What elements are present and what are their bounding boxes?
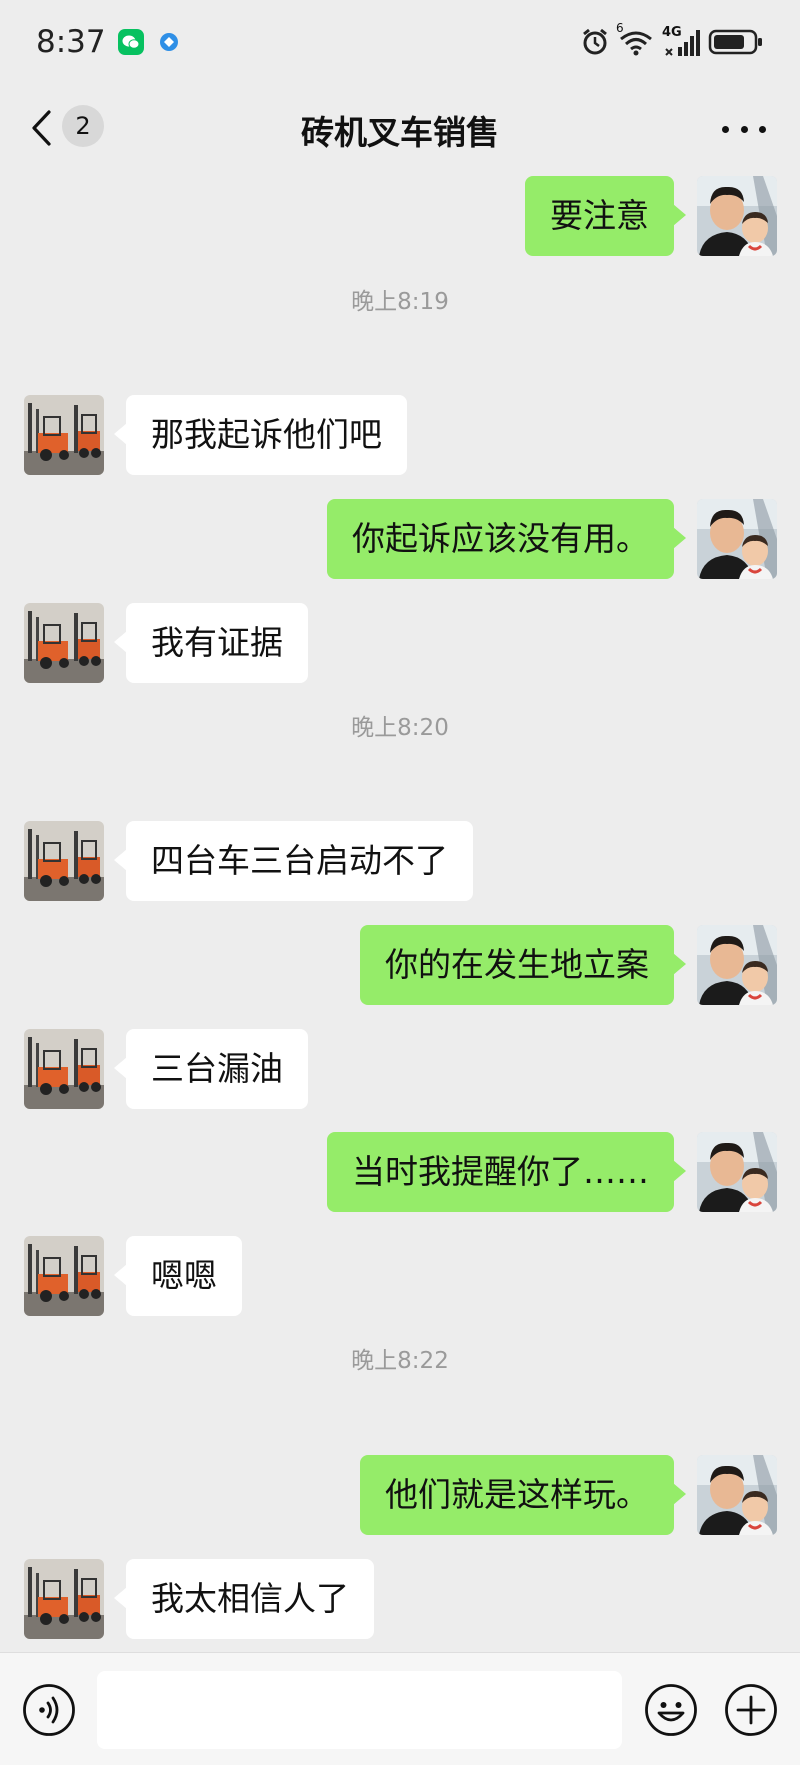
message-bubble-received[interactable]: 我太相信人了 xyxy=(114,1559,374,1639)
more-dot-icon xyxy=(759,125,766,133)
my-avatar[interactable] xyxy=(697,1455,777,1535)
message-bubble-sent[interactable]: 你的在发生地立案 xyxy=(360,925,686,1005)
emoji-button[interactable] xyxy=(644,1683,698,1737)
message-row: 嗯嗯 xyxy=(0,1236,800,1316)
more-dot-icon xyxy=(740,125,748,133)
contact-avatar[interactable] xyxy=(24,821,104,901)
status-time: 8:37 xyxy=(36,24,106,60)
message-timestamp: 晚上8:19 xyxy=(351,289,449,315)
message-row: 他们就是这样玩。 xyxy=(0,1455,800,1535)
man-and-child-photo xyxy=(697,176,777,256)
my-avatar[interactable] xyxy=(697,925,777,1005)
forklift-photo xyxy=(24,821,104,901)
wifi-icon: 6 xyxy=(616,21,654,57)
man-and-child-photo xyxy=(697,925,777,1005)
message-bubble-received[interactable]: 嗯嗯 xyxy=(114,1236,242,1316)
message-input-bar xyxy=(0,1652,800,1765)
chat-header: 2 砖机叉车销售 xyxy=(0,84,800,172)
plus-icon xyxy=(725,1684,777,1736)
forklift-photo xyxy=(24,1029,104,1109)
message-bubble-sent[interactable]: 他们就是这样玩。 xyxy=(360,1455,686,1535)
man-and-child-photo xyxy=(697,1132,777,1212)
more-options-button[interactable] xyxy=(722,114,766,144)
message-row: 你的在发生地立案 xyxy=(0,925,800,1005)
message-bubble-received[interactable]: 我有证据 xyxy=(114,603,308,683)
message-bubble-sent[interactable]: 要注意 xyxy=(525,176,686,256)
cellular-signal-icon: 4G xyxy=(662,25,700,57)
message-row: 四台车三台启动不了 xyxy=(0,821,800,901)
message-row: 三台漏油 xyxy=(0,1029,800,1109)
message-bubble-received[interactable]: 三台漏油 xyxy=(114,1029,308,1109)
message-bubble-sent[interactable]: 你起诉应该没有用。 xyxy=(327,499,686,579)
message-timestamp: 晚上8:20 xyxy=(351,715,449,741)
message-bubble-sent[interactable]: 当时我提醒你了…… xyxy=(327,1132,686,1212)
wifi-sub-label: 6 xyxy=(616,21,624,35)
message-bubble-received[interactable]: 那我起诉他们吧 xyxy=(114,395,407,475)
message-row: 我有证据 xyxy=(0,603,800,683)
my-avatar[interactable] xyxy=(697,176,777,256)
chat-title: 砖机叉车销售 xyxy=(301,113,499,152)
contact-avatar[interactable] xyxy=(24,395,104,475)
message-row: 我太相信人了 xyxy=(0,1559,800,1639)
message-timestamp: 晚上8:22 xyxy=(351,1348,449,1374)
emoji-icon xyxy=(645,1684,697,1736)
message-row: 那我起诉他们吧 xyxy=(0,395,800,475)
message-bubble-received[interactable]: 四台车三台启动不了 xyxy=(114,821,473,901)
forklift-photo xyxy=(24,1236,104,1316)
message-text-input[interactable] xyxy=(97,1671,622,1749)
forklift-photo xyxy=(24,1559,104,1639)
message-row: 当时我提醒你了…… xyxy=(0,1132,800,1212)
more-functions-button[interactable] xyxy=(724,1683,778,1737)
forklift-photo xyxy=(24,395,104,475)
contact-avatar[interactable] xyxy=(24,1236,104,1316)
voice-icon xyxy=(23,1684,75,1736)
my-avatar[interactable] xyxy=(697,1132,777,1212)
app-notification-icon xyxy=(155,29,182,55)
battery-icon xyxy=(708,27,764,57)
more-dot-icon xyxy=(722,125,729,133)
man-and-child-photo xyxy=(697,1455,777,1535)
wechat-notification-icon xyxy=(117,29,144,55)
voice-input-button[interactable] xyxy=(22,1683,76,1737)
contact-avatar[interactable] xyxy=(24,603,104,683)
my-avatar[interactable] xyxy=(697,499,777,579)
status-bar: 8:37 6 4G xyxy=(0,0,800,84)
message-row: 你起诉应该没有用。 xyxy=(0,499,800,579)
man-and-child-photo xyxy=(697,499,777,579)
contact-avatar[interactable] xyxy=(24,1029,104,1109)
alarm-icon xyxy=(580,27,610,57)
network-type-label: 4G xyxy=(662,25,682,40)
contact-avatar[interactable] xyxy=(24,1559,104,1639)
message-row: 要注意 xyxy=(0,176,800,256)
forklift-photo xyxy=(24,603,104,683)
message-list[interactable]: 要注意 晚上8:19 那我起诉他们吧 你起诉应该没有用。 我有证据 晚上8:20… xyxy=(0,172,800,1652)
